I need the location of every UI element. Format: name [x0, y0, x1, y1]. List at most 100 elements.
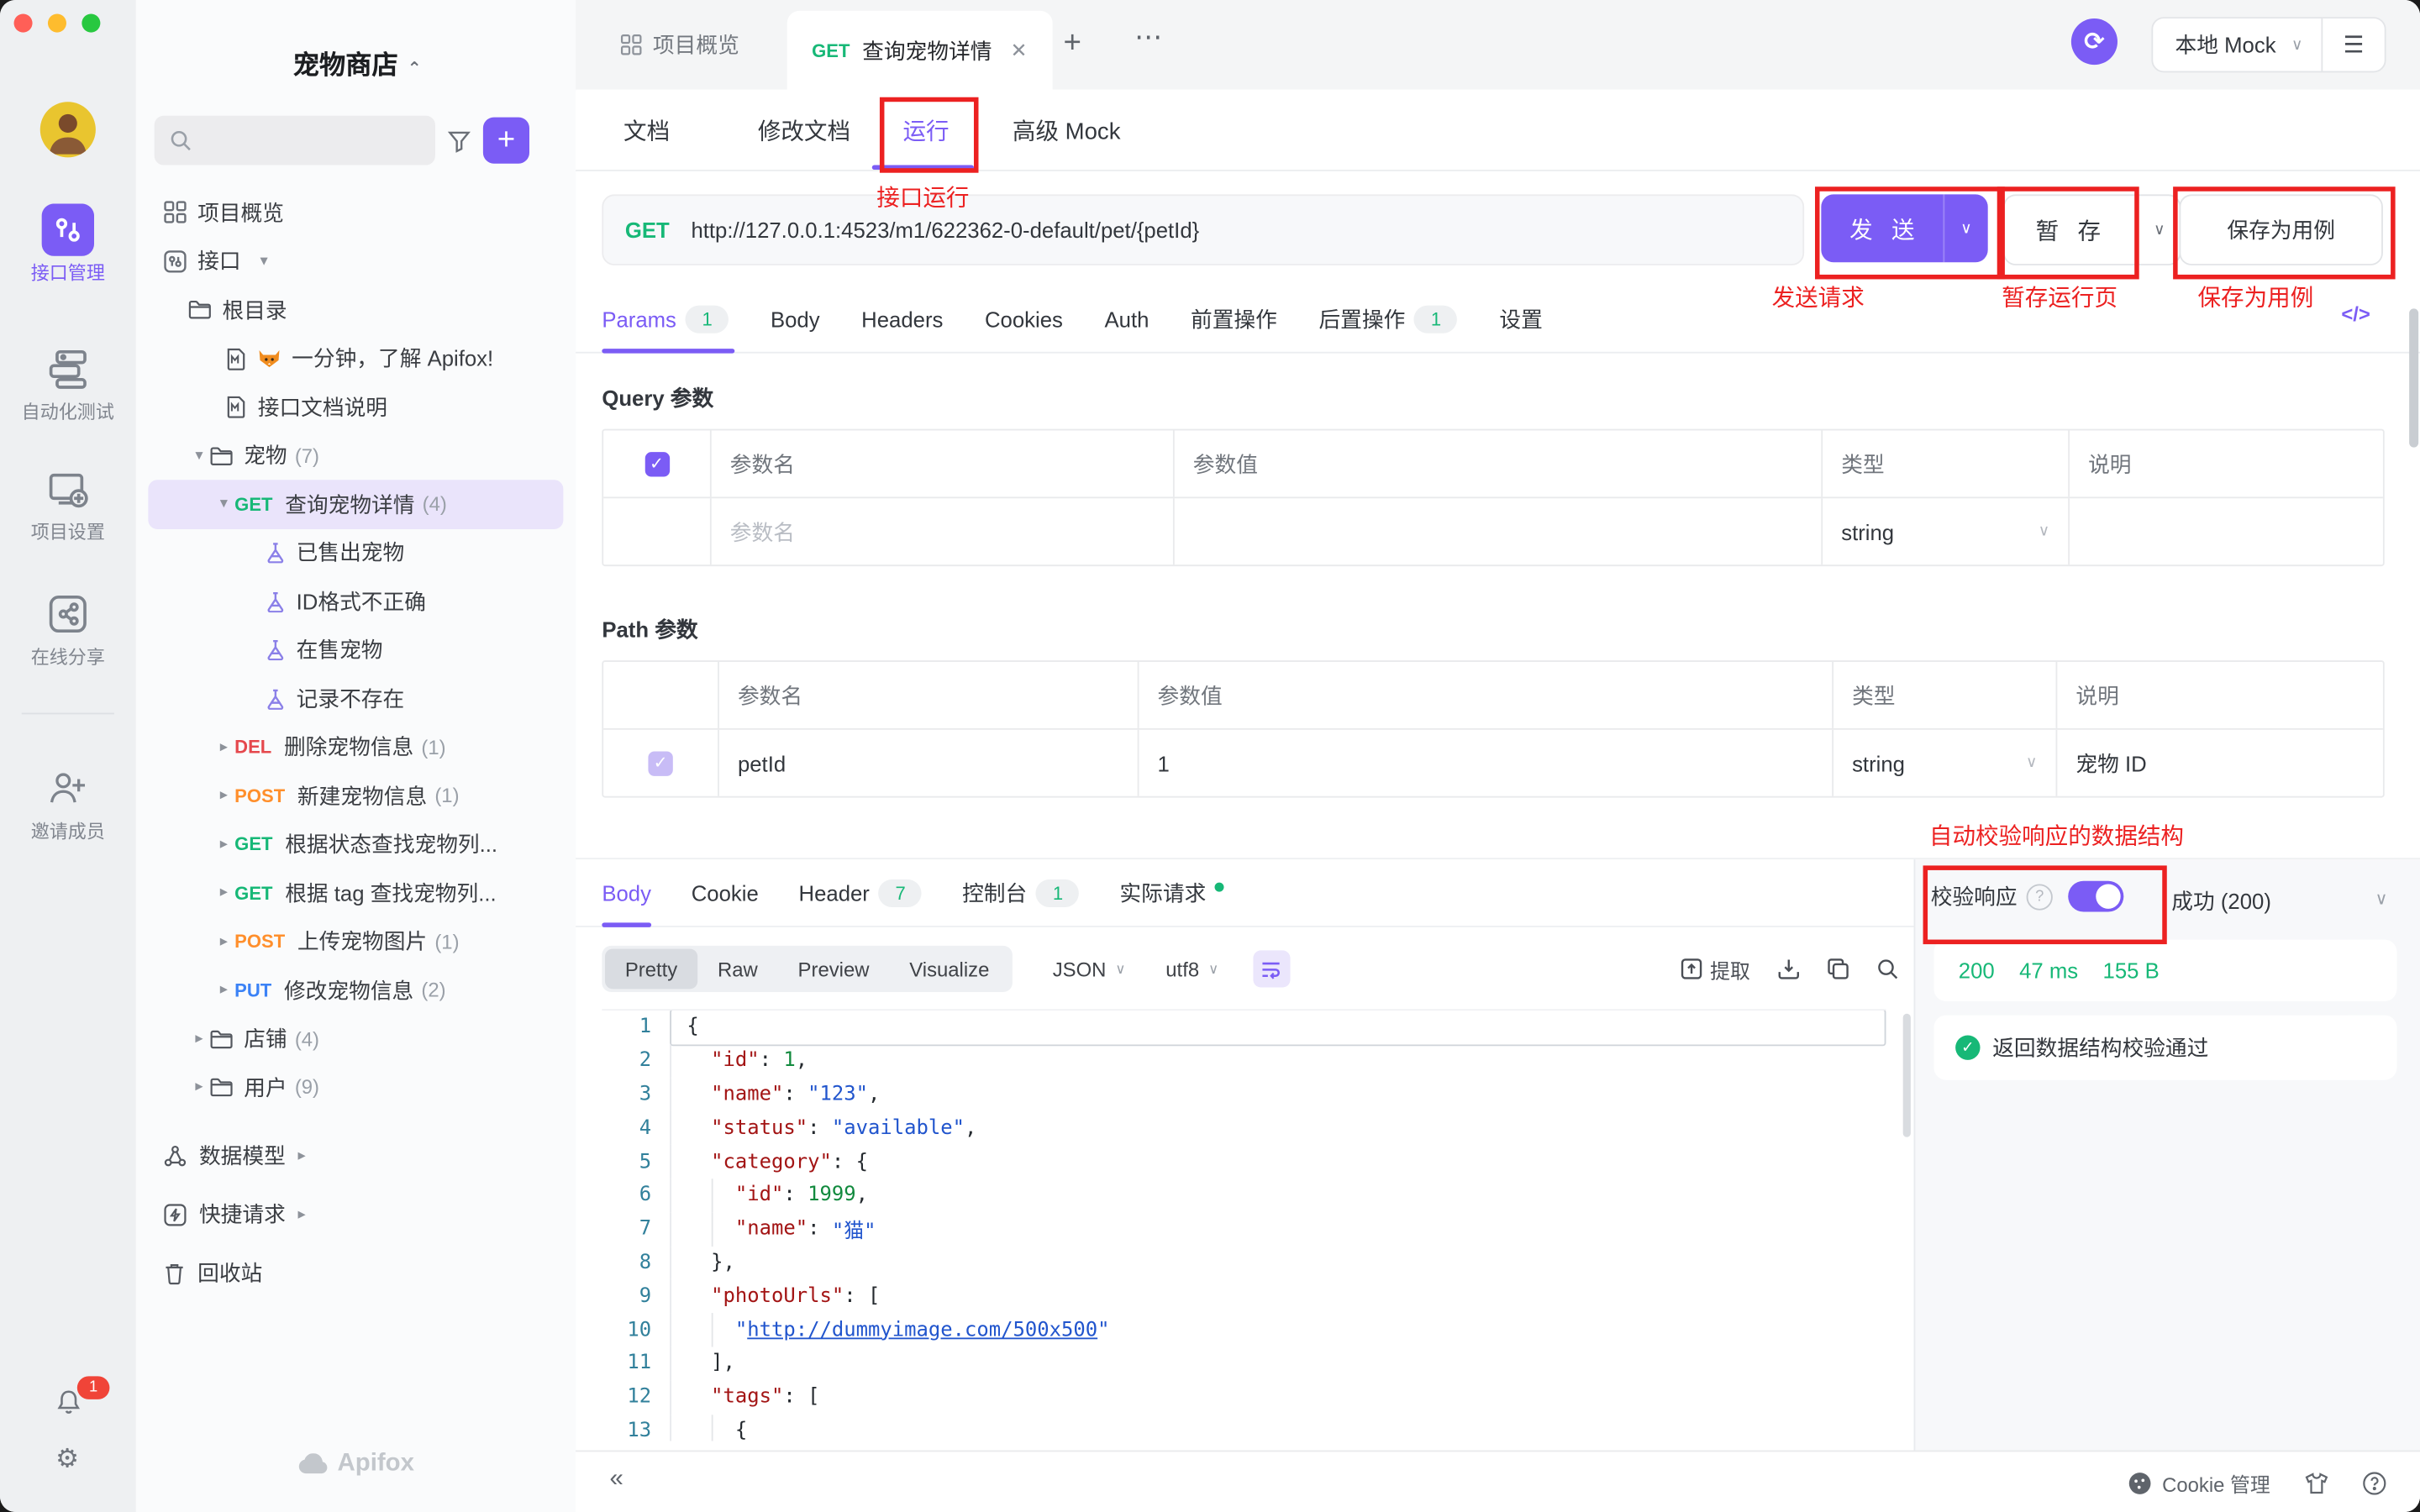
code-line[interactable]: 8 },	[602, 1246, 1886, 1279]
add-button[interactable]: +	[483, 118, 529, 164]
code-line[interactable]: 11 ],	[602, 1347, 1886, 1380]
environment-selector[interactable]: 本地 Mock ∨ ☰	[2152, 17, 2386, 72]
code-line[interactable]: 13 {	[602, 1414, 1886, 1441]
subtab-1[interactable]: 修改文档	[758, 90, 850, 171]
help-icon[interactable]: ?	[2027, 884, 2053, 910]
tab-project-overview[interactable]: 项目概览	[599, 0, 761, 90]
cookie-manager-button[interactable]: Cookie 管理	[2128, 1468, 2270, 1498]
select-all-checkbox[interactable]: ✓	[644, 451, 669, 475]
chevron-down-icon[interactable]: ∨	[2039, 523, 2049, 540]
menu-icon[interactable]: ☰	[2323, 31, 2384, 59]
tree-api-del-删除宠物信息[interactable]: ▸DEL删除宠物信息(1)	[148, 723, 563, 772]
tree-api-get-查询宠物详情[interactable]: ▾GET查询宠物详情(4)	[148, 480, 563, 528]
chevron-right-icon[interactable]: ▸	[213, 982, 234, 999]
view-mode-raw[interactable]: Raw	[697, 949, 778, 990]
rail-item-invite-member[interactable]: 邀请成员	[0, 762, 136, 843]
minimize-window-button[interactable]	[48, 14, 66, 33]
view-mode-preview[interactable]: Preview	[778, 949, 890, 990]
sidebar-item-project-overview[interactable]: 项目概览	[148, 188, 563, 237]
zoom-window-button[interactable]	[82, 14, 100, 33]
code-line[interactable]: 10 "http://dummyimage.com/500x500"	[602, 1313, 1886, 1347]
view-mode-pretty[interactable]: Pretty	[605, 949, 697, 990]
tree-item-ID格式不正确[interactable]: ID格式不正确	[148, 577, 563, 626]
response-tab-cookie[interactable]: Cookie	[692, 880, 759, 905]
code-line[interactable]: 3 "name": "123",	[602, 1078, 1886, 1111]
tshirt-theme-icon[interactable]	[2304, 1471, 2328, 1494]
chevron-right-icon[interactable]: ▸	[213, 836, 234, 853]
tree-item-根目录[interactable]: 根目录	[148, 286, 563, 334]
chevron-right-icon[interactable]: ▸	[188, 1079, 210, 1095]
rail-item-project-settings[interactable]: 项目设置	[0, 463, 136, 544]
subtab-3[interactable]: 高级 Mock	[1013, 90, 1121, 171]
charset-select[interactable]: utf8∨	[1165, 958, 1218, 981]
param-row[interactable]: ✓ petId 1 string∨ 宠物 ID	[603, 730, 2383, 796]
search-icon[interactable]	[1876, 958, 1898, 980]
code-line[interactable]: 4 "status": "available",	[602, 1111, 1886, 1145]
request-url-input[interactable]: GET http://127.0.0.1:4523/m1/622362-0-de…	[602, 194, 1804, 265]
response-tab-实际请求[interactable]: 实际请求	[1119, 877, 1224, 908]
editor-scrollbar[interactable]	[1903, 1014, 1911, 1137]
param-tab-auth[interactable]: Auth	[1104, 285, 1149, 353]
page-scrollbar[interactable]	[2409, 308, 2418, 447]
tree-api-put-修改宠物信息[interactable]: ▸PUT修改宠物信息(2)	[148, 966, 563, 1015]
more-tabs-button[interactable]: ⋯	[1134, 22, 1164, 55]
param-tab-cookies[interactable]: Cookies	[985, 285, 1063, 353]
code-line[interactable]: 1 {	[602, 1011, 1886, 1044]
response-body-editor[interactable]: 1 {2 "id": 1,3 "name": "123",4 "status":…	[602, 1009, 1886, 1441]
param-tab-headers[interactable]: Headers	[861, 285, 943, 353]
chevron-right-icon[interactable]: ▸	[213, 933, 234, 950]
help-circle-icon[interactable]	[2363, 1471, 2386, 1494]
extract-button[interactable]: 提取	[1681, 954, 1750, 984]
save-as-case-button[interactable]: 保存为用例	[2179, 194, 2382, 265]
code-line[interactable]: 2 "id": 1,	[602, 1044, 1886, 1078]
response-tab-header[interactable]: Header7	[799, 879, 923, 906]
chevron-right-icon[interactable]: ▸	[188, 1030, 210, 1047]
user-avatar[interactable]	[40, 102, 96, 157]
expected-response-select[interactable]: 成功 (200)	[2171, 885, 2271, 916]
project-title[interactable]: 宠物商店⌃	[136, 43, 576, 81]
tree-item-一分钟-了解-Apifox-[interactable]: 一分钟，了解 Apifox!	[148, 334, 563, 383]
param-row[interactable]: 参数名 string∨	[603, 498, 2383, 564]
response-tab-控制台[interactable]: 控制台1	[962, 877, 1080, 908]
tree-item-在售宠物[interactable]: 在售宠物	[148, 626, 563, 675]
download-icon[interactable]	[1778, 958, 1800, 980]
view-mode-visualize[interactable]: Visualize	[889, 949, 1009, 990]
code-line[interactable]: 5 "category": {	[602, 1145, 1886, 1179]
tree-api-post-新建宠物信息[interactable]: ▸POST新建宠物信息(1)	[148, 771, 563, 820]
tree-item-店铺[interactable]: ▸店铺(4)	[148, 1015, 563, 1063]
sidebar-item-data-model[interactable]: 数据模型▸	[136, 1126, 576, 1185]
code-view-icon[interactable]: </>	[2341, 302, 2370, 326]
chevron-down-icon[interactable]: ▾	[188, 447, 210, 464]
response-tab-body[interactable]: Body	[602, 880, 651, 905]
param-tab-前置操作[interactable]: 前置操作	[1191, 285, 1277, 353]
sidebar-item-quick-request[interactable]: 快捷请求▸	[136, 1185, 576, 1244]
tab-get-pet-detail[interactable]: GET 查询宠物详情 ✕	[787, 11, 1052, 92]
chevron-right-icon[interactable]: ▸	[213, 885, 234, 901]
chevron-right-icon[interactable]: ▸	[213, 787, 234, 804]
sidebar-item-trash[interactable]: 回收站	[136, 1243, 576, 1302]
subtab-2[interactable]: 运行	[902, 90, 949, 171]
sync-icon[interactable]: ⟳	[2071, 18, 2118, 65]
tree-api-get-根据状态查找宠物列-[interactable]: ▸GET根据状态查找宠物列...	[148, 820, 563, 869]
param-tab-后置操作[interactable]: 后置操作1	[1318, 285, 1457, 353]
word-wrap-icon[interactable]	[1253, 950, 1290, 987]
collapse-sidebar-icon[interactable]: «	[610, 1466, 623, 1494]
send-button[interactable]: 发 送 ∨	[1821, 194, 1987, 262]
rail-item-auto-test[interactable]: 自动化测试	[0, 343, 136, 424]
code-line[interactable]: 12 "tags": [	[602, 1380, 1886, 1414]
chevron-down-icon[interactable]: ∨	[2026, 754, 2037, 771]
chevron-down-icon[interactable]: ▾	[213, 496, 234, 512]
new-tab-button[interactable]: +	[1064, 26, 1081, 61]
tree-item-已售出宠物[interactable]: 已售出宠物	[148, 528, 563, 577]
format-select[interactable]: JSON∨	[1053, 958, 1126, 981]
code-line[interactable]: 9 "photoUrls": [	[602, 1279, 1886, 1313]
code-line[interactable]: 7 "name": "猫"	[602, 1212, 1886, 1246]
rail-item-api-manage[interactable]: 接口管理	[0, 203, 136, 285]
subtab-0[interactable]: 文档	[623, 90, 670, 171]
tree-api-post-上传宠物图片[interactable]: ▸POST上传宠物图片(1)	[148, 917, 563, 966]
chevron-right-icon[interactable]: ▸	[213, 738, 234, 755]
param-tab-params[interactable]: Params1	[602, 285, 729, 353]
settings-gear-icon[interactable]: ⚙	[55, 1444, 79, 1475]
stash-button[interactable]: 暂 存 ∨	[2003, 194, 2181, 265]
close-window-button[interactable]	[14, 14, 33, 33]
